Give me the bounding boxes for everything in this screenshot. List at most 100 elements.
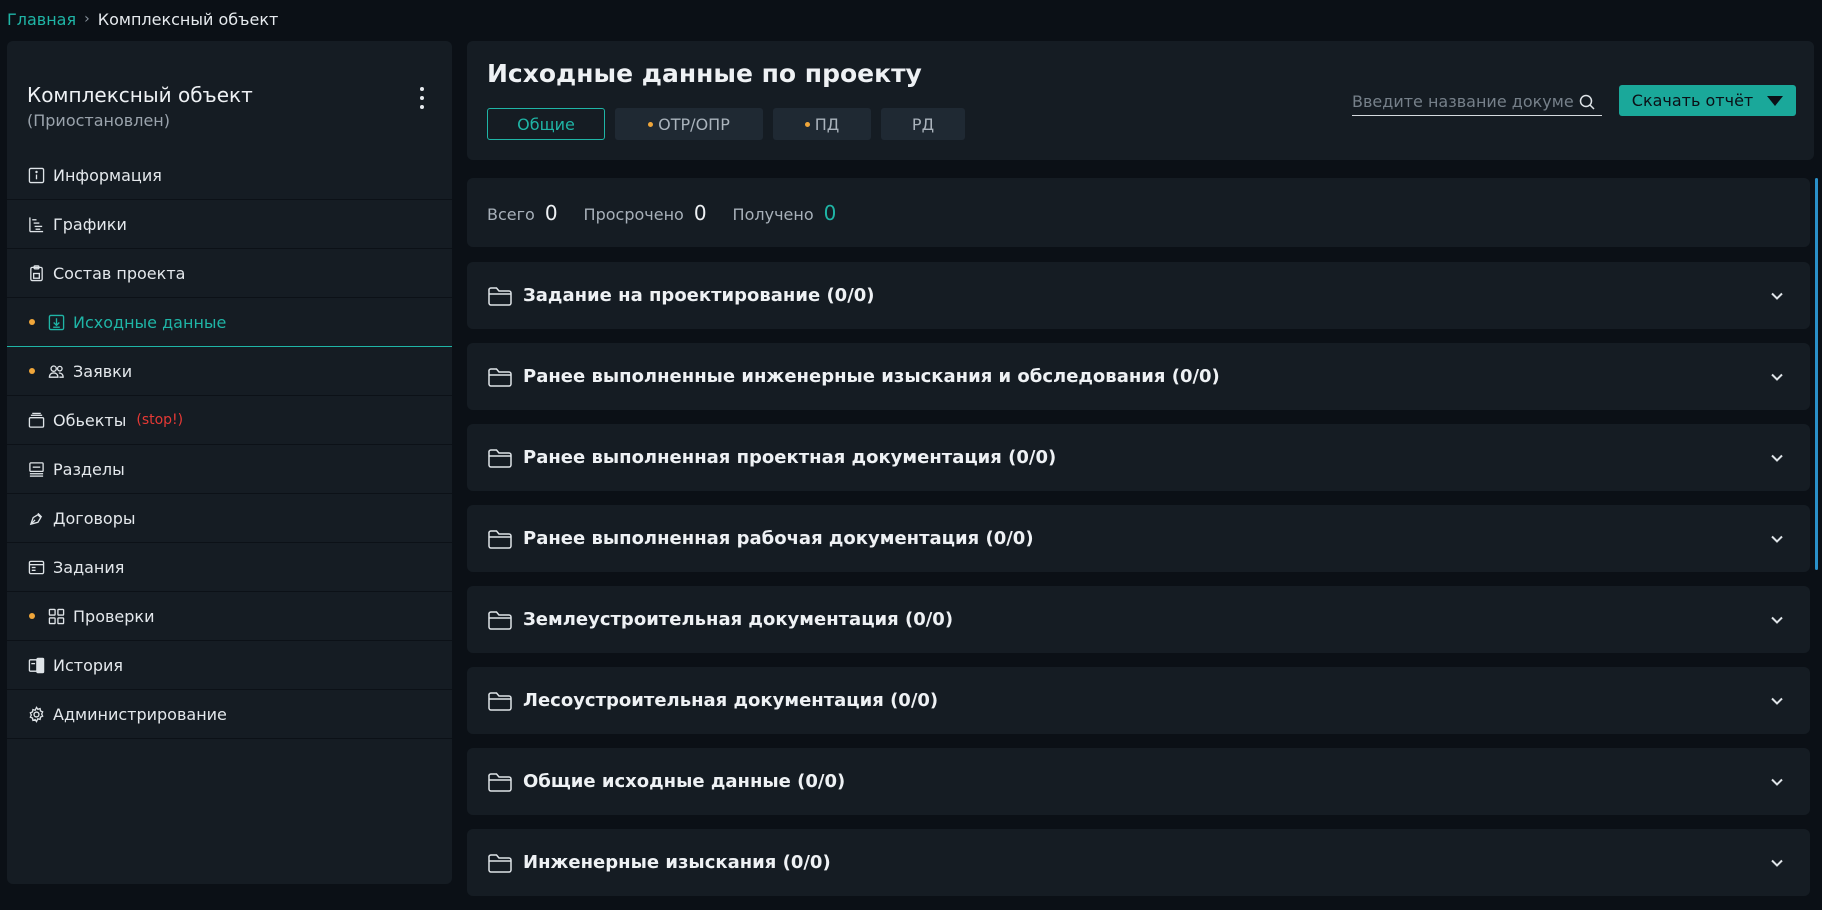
sidebar-item-contracts[interactable]: Договоры: [7, 494, 452, 543]
project-status: (Приостановлен): [27, 111, 170, 130]
tab-pd[interactable]: ПД: [773, 108, 871, 140]
chevron-down-icon[interactable]: [1769, 369, 1785, 385]
stop-tag: (stop!): [136, 412, 184, 428]
gantt-icon: [27, 215, 45, 233]
tab-label: РД: [911, 114, 935, 134]
gear-icon: [27, 705, 45, 723]
download-report-button[interactable]: Скачать отчёт: [1619, 85, 1796, 116]
status-dot: [804, 121, 810, 127]
stats-panel: Всего 0 Просрочено 0 Получено 0: [467, 178, 1810, 247]
section-title: Землеустроительная документация (0/0): [523, 609, 954, 630]
accordion-section[interactable]: Общие исходные данные (0/0): [467, 748, 1810, 815]
sidebar-item-history[interactable]: История: [7, 641, 452, 690]
sidebar-item-label: История: [53, 655, 124, 675]
sidebar-item-source-data[interactable]: Исходные данные: [7, 298, 452, 347]
accordion-section[interactable]: Лесоустроительная документация (0/0): [467, 667, 1810, 734]
stat-label: Всего: [487, 204, 535, 224]
chevron-down-icon[interactable]: [1769, 531, 1785, 547]
stat-total: Всего 0: [487, 201, 558, 225]
accordion-section[interactable]: Ранее выполненная рабочая документация (…: [467, 505, 1810, 572]
folder-icon: [487, 528, 513, 550]
stat-value: 0: [544, 200, 558, 225]
sidebar-item-label: Договоры: [53, 508, 136, 528]
section-list: Задание на проектирование (0/0) Ранее вып…: [467, 262, 1810, 910]
more-options-icon[interactable]: [416, 87, 428, 109]
accordion-section[interactable]: Инженерные изыскания (0/0): [467, 829, 1810, 896]
folder-icon: [487, 366, 513, 388]
chevron-down-icon[interactable]: [1769, 774, 1785, 790]
folder-icon: [487, 447, 513, 469]
folder-icon: [487, 771, 513, 793]
stat-value: 0: [823, 200, 837, 225]
tab-label: ПД: [814, 114, 840, 134]
status-dot: [648, 121, 654, 127]
stat-label: Просрочено: [583, 204, 684, 224]
stat-label: Получено: [732, 204, 814, 224]
sidebar-header: Комплексный объект (Приостановлен): [7, 41, 452, 151]
tab-otr-opr[interactable]: ОТР/ОПР: [615, 108, 763, 140]
search-icon[interactable]: [1578, 93, 1596, 111]
section-title: Ранее выполненная проектная документация…: [523, 447, 1057, 468]
status-dot: [29, 613, 35, 619]
sidebar-item-requests[interactable]: Заявки: [7, 347, 452, 396]
sidebar-item-tasks[interactable]: Задания: [7, 543, 452, 592]
search-input[interactable]: [1352, 92, 1574, 111]
chevron-down-icon[interactable]: [1769, 288, 1785, 304]
status-dot: [29, 319, 35, 325]
sidebar-item-project-composition[interactable]: Состав проекта: [7, 249, 452, 298]
sidebar-item-label: Исходные данные: [73, 312, 227, 332]
sidebar-item-label: Состав проекта: [53, 263, 186, 283]
header-panel: Исходные данные по проекту Общие ОТР/ОПР…: [467, 41, 1814, 160]
download-report-label: Скачать отчёт: [1631, 91, 1754, 110]
sidebar-item-label: Заявки: [73, 361, 133, 381]
grid-icon: [47, 607, 65, 625]
sidebar-nav: Информация Графики Состав проекта Исходн…: [7, 151, 452, 739]
tab-bar: Общие ОТР/ОПР ПД РД: [487, 108, 965, 140]
sidebar-item-administration[interactable]: Администрирование: [7, 690, 452, 739]
chevron-down-icon[interactable]: [1769, 450, 1785, 466]
breadcrumb-home-link[interactable]: Главная: [7, 10, 76, 29]
clipboard-icon: [27, 264, 45, 282]
sidebar-item-label: Графики: [53, 214, 127, 234]
sidebar-item-checks[interactable]: Проверки: [7, 592, 452, 641]
section-title: Ранее выполненная рабочая документация (…: [523, 528, 1034, 549]
search-box: [1352, 88, 1602, 116]
project-title: Комплексный объект: [27, 83, 253, 107]
scrollbar[interactable]: [1815, 178, 1818, 570]
tab-rd[interactable]: РД: [881, 108, 965, 140]
folder-icon: [487, 609, 513, 631]
breadcrumb-current: Комплексный объект: [97, 9, 279, 29]
sidebar-item-objects[interactable]: Обьекты (stop!): [7, 396, 452, 445]
page-title: Исходные данные по проекту: [487, 59, 922, 88]
history-icon: [27, 656, 45, 674]
accordion-section[interactable]: Ранее выполненные инженерные изыскания и…: [467, 343, 1810, 410]
sidebar-item-charts[interactable]: Графики: [7, 200, 452, 249]
folder-icon: [487, 285, 513, 307]
tasks-icon: [27, 558, 45, 576]
info-icon: [27, 166, 45, 184]
tab-general[interactable]: Общие: [487, 108, 605, 140]
sidebar: Комплексный объект (Приостановлен) Инфор…: [7, 41, 452, 884]
chevron-down-icon[interactable]: [1769, 855, 1785, 871]
tab-label: Общие: [517, 114, 575, 134]
objects-icon: [27, 411, 45, 429]
accordion-section[interactable]: Задание на проектирование (0/0): [467, 262, 1810, 329]
section-title: Задание на проектирование (0/0): [523, 285, 875, 306]
caret-down-icon: [1767, 95, 1784, 106]
stat-received: Получено 0: [733, 201, 837, 225]
sidebar-item-label: Задания: [53, 557, 125, 577]
folder-icon: [487, 690, 513, 712]
section-title: Ранее выполненные инженерные изыскания и…: [523, 366, 1220, 387]
accordion-section[interactable]: Ранее выполненная проектная документация…: [467, 424, 1810, 491]
sidebar-item-sections[interactable]: Разделы: [7, 445, 452, 494]
accordion-section[interactable]: Землеустроительная документация (0/0): [467, 586, 1810, 653]
users-icon: [47, 362, 65, 380]
section-title: Инженерные изыскания (0/0): [523, 852, 831, 873]
chevron-down-icon[interactable]: [1769, 612, 1785, 628]
chevron-down-icon[interactable]: [1769, 693, 1785, 709]
sidebar-item-label: Информация: [53, 165, 162, 185]
sidebar-item-label: Проверки: [73, 606, 155, 626]
sidebar-item-label: Разделы: [53, 459, 125, 479]
sidebar-item-info[interactable]: Информация: [7, 151, 452, 200]
tab-label: ОТР/ОПР: [658, 114, 730, 134]
